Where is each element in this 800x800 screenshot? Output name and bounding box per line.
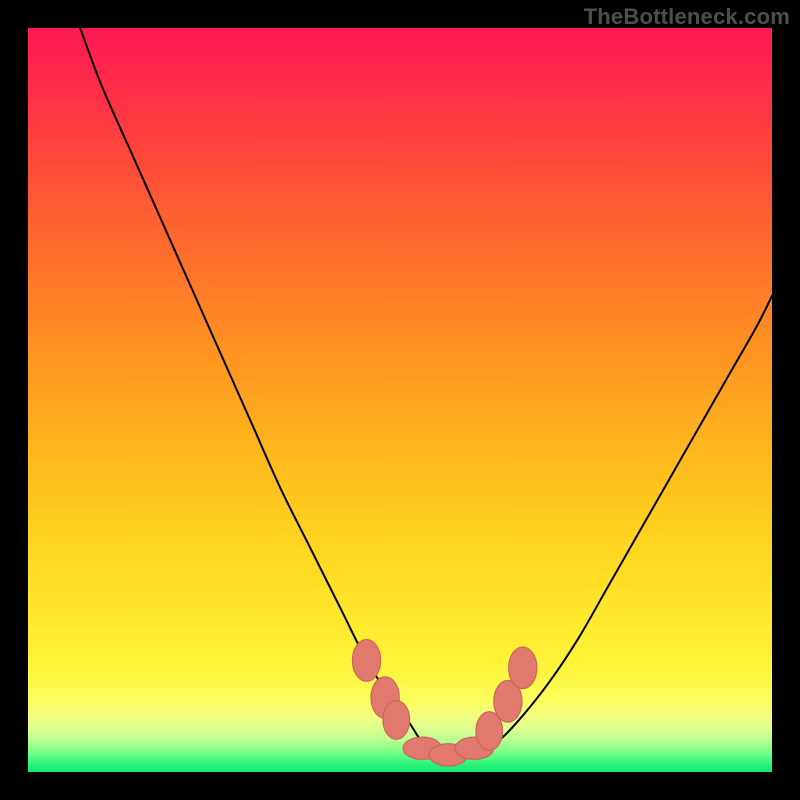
outer-black-frame: TheBottleneck.com <box>0 0 800 800</box>
highlight-marker <box>509 647 537 689</box>
curve-svg <box>28 28 772 772</box>
plot-area <box>28 28 772 772</box>
attribution-text: TheBottleneck.com <box>584 4 790 30</box>
highlight-marker <box>383 701 410 740</box>
highlight-marker <box>352 640 380 682</box>
bottleneck-curve <box>80 28 772 757</box>
marker-group <box>352 640 537 766</box>
